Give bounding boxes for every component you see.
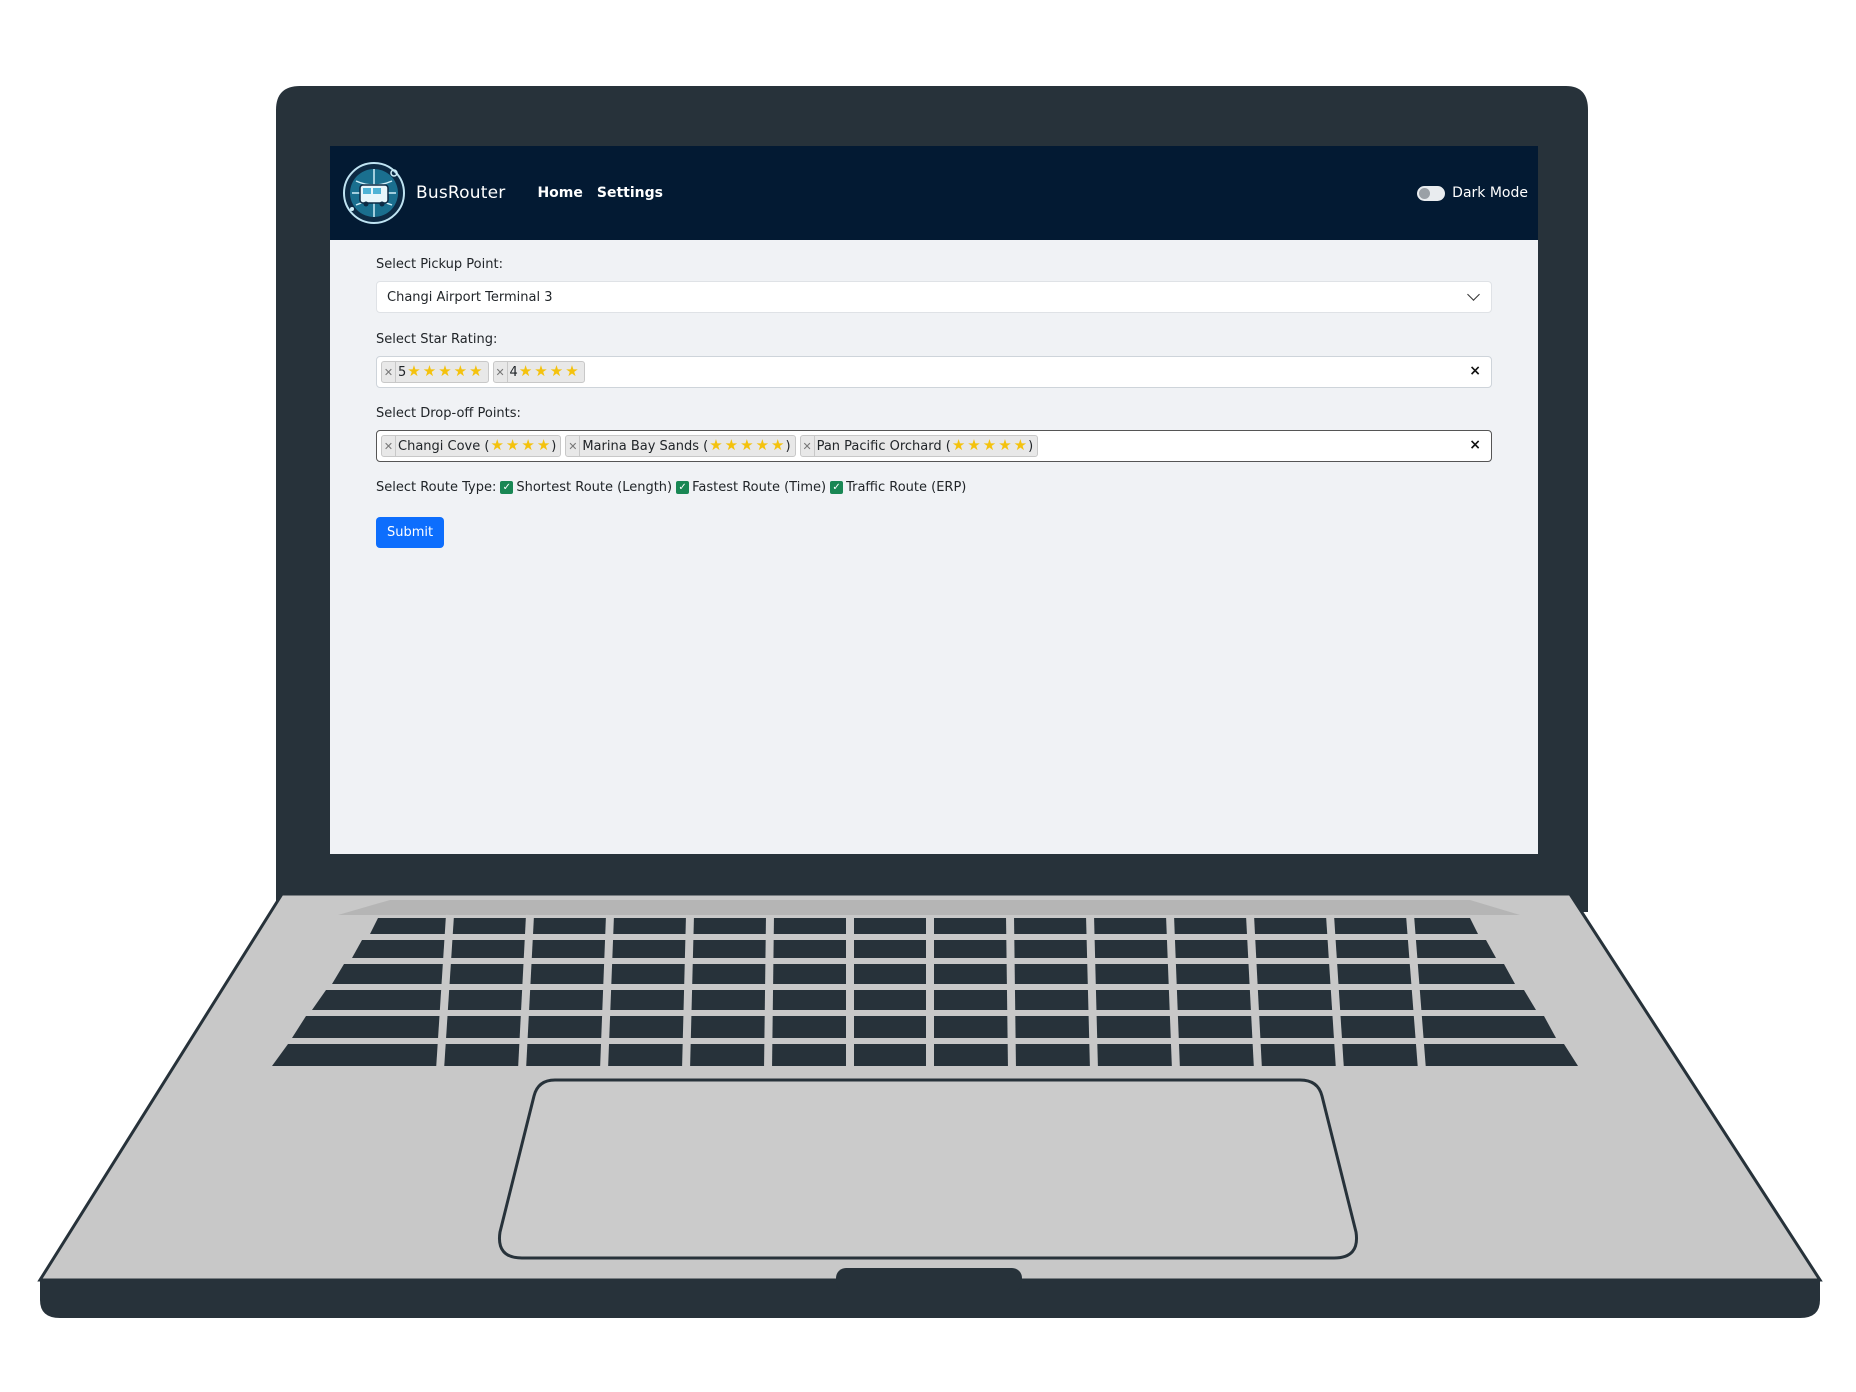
nav-home-link[interactable]: Home: [537, 185, 582, 201]
remove-tag-icon[interactable]: ✕: [801, 436, 815, 456]
brand-name[interactable]: BusRouter: [416, 183, 505, 203]
fastest-route-label[interactable]: Fastest Route (Time): [692, 480, 826, 495]
star-icon: ★: [709, 436, 723, 454]
pickup-value: Changi Airport Terminal 3: [387, 289, 553, 305]
remove-tag-icon[interactable]: ✕: [382, 362, 396, 382]
remove-tag-icon[interactable]: ✕: [566, 436, 581, 456]
star-icon: ★: [724, 436, 739, 454]
tag-label: 4: [509, 364, 518, 380]
pickup-label: Select Pickup Point:: [376, 257, 503, 272]
submit-button[interactable]: Submit: [376, 517, 445, 548]
dropoff-label: Select Drop-off Points:: [376, 406, 521, 421]
star-icons: ★ ★ ★ ★: [489, 438, 551, 454]
pickup-select[interactable]: Changi Airport Terminal 3: [376, 281, 1492, 313]
traffic-route-checkbox[interactable]: ✓: [830, 481, 844, 494]
star-icon: ★: [407, 362, 421, 380]
star-icon: ★: [505, 436, 520, 454]
navbar: BusRouter Home Settings Dark Mode: [330, 146, 1538, 240]
star-icon: ★: [422, 362, 437, 380]
star-icon: ★: [490, 436, 504, 454]
traffic-route-label[interactable]: Traffic Route (ERP): [846, 480, 966, 495]
remove-tag-icon[interactable]: ✕: [494, 362, 508, 382]
star-icon: ★: [534, 362, 548, 380]
star-tag: ✕ 4 ★ ★ ★ ★: [492, 361, 585, 383]
star-icon: ★: [453, 362, 468, 380]
dropoff-tag: ✕ Marina Bay Sands ( ★ ★ ★ ★ ★ ): [565, 435, 796, 457]
star-icons: ★ ★ ★ ★ ★: [406, 364, 483, 380]
star-icons: ★ ★ ★ ★: [518, 364, 580, 380]
shortest-route-label[interactable]: Shortest Route (Length): [516, 480, 672, 495]
star-icon: ★: [998, 436, 1012, 454]
tag-label: Marina Bay Sands (: [582, 438, 709, 454]
toggle-knob: [1419, 187, 1431, 199]
nav-links: Home Settings: [537, 185, 677, 201]
star-icon: ★: [521, 436, 535, 454]
star-icon: ★: [1013, 436, 1028, 454]
dark-mode-label: Dark Mode: [1452, 185, 1528, 201]
star-icon: ★: [565, 362, 579, 380]
chevron-down-icon: [1467, 288, 1480, 301]
star-rating-select[interactable]: ✕ 5 ★ ★ ★ ★ ★ ✕ 4 ★ ★ ★ ★ ×: [376, 356, 1492, 388]
dark-mode-control: Dark Mode: [1417, 146, 1528, 240]
shortest-route-checkbox[interactable]: ✓: [500, 481, 514, 494]
star-icon: ★: [438, 362, 452, 380]
star-icon: ★: [740, 436, 754, 454]
star-tag: ✕ 5 ★ ★ ★ ★ ★: [381, 361, 489, 383]
tag-suffix: ): [551, 438, 557, 454]
route-type-label: Select Route Type:: [376, 480, 497, 495]
busrouter-logo-icon: [343, 162, 405, 224]
remove-tag-icon[interactable]: ✕: [382, 436, 396, 456]
fastest-route-checkbox[interactable]: ✓: [676, 481, 690, 494]
tag-label: Pan Pacific Orchard (: [816, 438, 951, 454]
clear-all-icon[interactable]: ×: [1469, 437, 1481, 453]
tag-label: 5: [398, 364, 407, 380]
star-icons: ★ ★ ★ ★ ★: [951, 438, 1028, 454]
star-icon: ★: [518, 362, 533, 380]
tag-suffix: ): [1028, 438, 1034, 454]
star-icons: ★ ★ ★ ★ ★: [708, 438, 785, 454]
star-icon: ★: [536, 436, 551, 454]
tag-suffix: ): [785, 438, 791, 454]
star-icon: ★: [549, 362, 564, 380]
dark-mode-toggle[interactable]: [1417, 185, 1446, 201]
route-type-row: Select Route Type: ✓ Shortest Route (Len…: [376, 480, 1492, 495]
star-icon: ★: [951, 436, 966, 454]
nav-settings-link[interactable]: Settings: [597, 185, 663, 201]
clear-all-icon[interactable]: ×: [1469, 363, 1481, 379]
star-icon: ★: [771, 436, 785, 454]
star-icon: ★: [967, 436, 981, 454]
dropoff-tag: ✕ Changi Cove ( ★ ★ ★ ★ ): [381, 435, 562, 457]
tag-label: Changi Cove (: [398, 438, 490, 454]
star-rating-label: Select Star Rating:: [376, 332, 498, 347]
dropoff-select[interactable]: ✕ Changi Cove ( ★ ★ ★ ★ ) ✕ Marina Bay Sand…: [376, 430, 1492, 462]
dropoff-tag: ✕ Pan Pacific Orchard ( ★ ★ ★ ★ ★ ): [799, 435, 1039, 457]
app-screen: BusRouter Home Settings Dark Mode Select…: [330, 146, 1538, 854]
star-icon: ★: [755, 436, 770, 454]
route-form: Select Pickup Point: Changi Airport Term…: [330, 240, 1538, 548]
star-icon: ★: [469, 362, 483, 380]
star-icon: ★: [982, 436, 997, 454]
